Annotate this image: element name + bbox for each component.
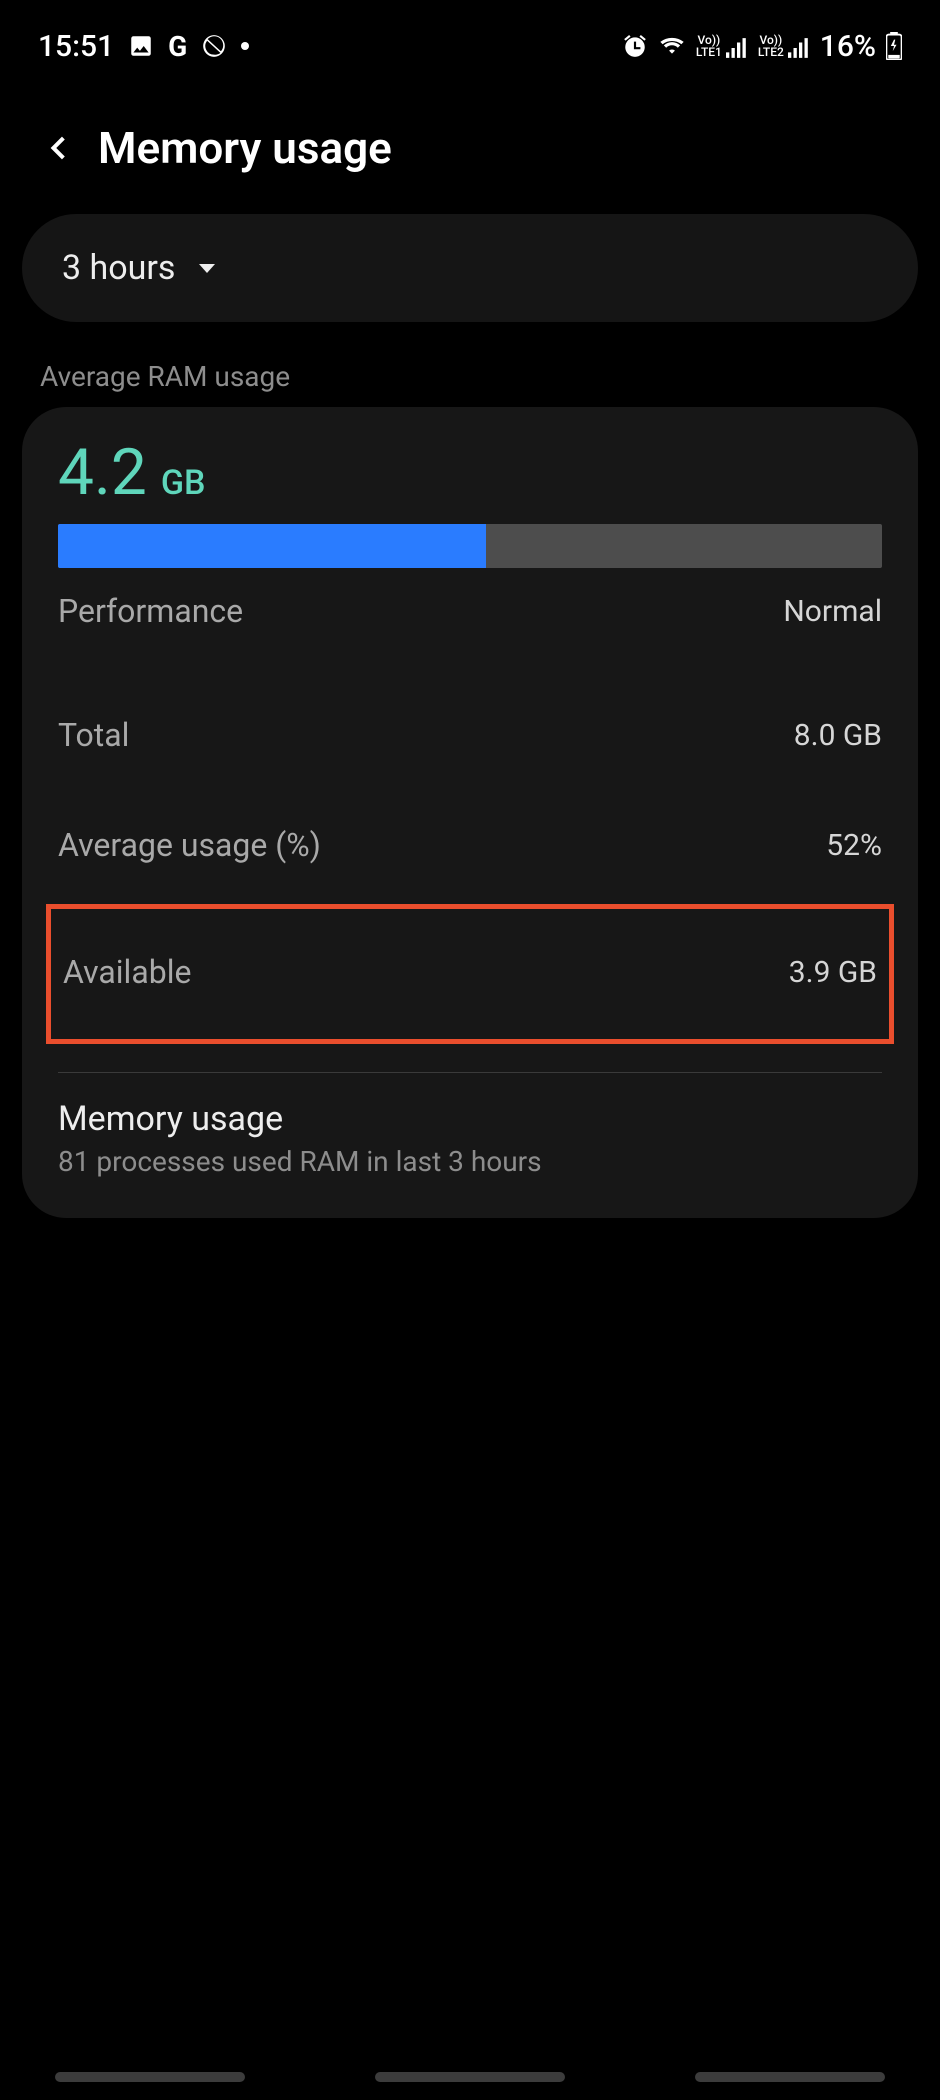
- status-time: 15:51: [38, 29, 114, 64]
- total-value: 8.0 GB: [794, 718, 882, 753]
- avg-ram-label: Average RAM usage: [40, 360, 900, 393]
- memory-usage-link-sub: 81 processes used RAM in last 3 hours: [58, 1145, 882, 1178]
- available-label: Available: [63, 953, 191, 991]
- memory-usage-link[interactable]: Memory usage 81 processes used RAM in la…: [58, 1095, 882, 1186]
- sim2-indicator: Vo))LTE2: [758, 34, 810, 58]
- memory-usage-link-title: Memory usage: [58, 1099, 882, 1139]
- app-bar: Memory usage: [0, 78, 940, 204]
- row-performance: Performance Normal: [58, 568, 882, 680]
- avg-pct-value: 52%: [826, 828, 882, 863]
- ram-card: 4.2 GB Performance Normal Total 8.0 GB A…: [22, 407, 918, 1218]
- wifi-icon: [658, 32, 686, 60]
- battery-text: 16%: [820, 29, 876, 64]
- status-bar: 15:51 G Vo))LTE1 Vo))LTE2 16%: [0, 0, 940, 78]
- performance-value: Normal: [783, 594, 882, 629]
- ram-unit: GB: [161, 463, 206, 503]
- chevron-down-icon: [195, 256, 219, 280]
- status-right: Vo))LTE1 Vo))LTE2 16%: [622, 29, 902, 64]
- dot-icon: [241, 42, 249, 50]
- sim1-indicator: Vo))LTE1: [696, 34, 748, 58]
- row-available-highlighted: Available 3.9 GB: [46, 904, 894, 1044]
- gesture-bar[interactable]: [0, 2072, 940, 2082]
- status-left: 15:51 G: [38, 29, 249, 64]
- alarm-icon: [622, 33, 648, 59]
- back-icon[interactable]: [40, 131, 74, 165]
- ram-bar: [58, 524, 882, 568]
- row-avg-pct: Average usage (%) 52%: [58, 790, 882, 900]
- available-value: 3.9 GB: [789, 955, 877, 990]
- page-title: Memory usage: [98, 122, 392, 174]
- performance-label: Performance: [58, 592, 243, 630]
- gesture-back[interactable]: [695, 2072, 885, 2082]
- do-not-disturb-icon: [201, 33, 227, 59]
- gesture-recent[interactable]: [55, 2072, 245, 2082]
- battery-charging-icon: [886, 32, 902, 60]
- ram-headline: 4.2 GB: [58, 435, 882, 510]
- ram-value: 4.2: [58, 435, 147, 510]
- signal-icon: [726, 38, 748, 58]
- time-period-dropdown[interactable]: 3 hours: [22, 214, 918, 322]
- gesture-home[interactable]: [375, 2072, 565, 2082]
- ram-bar-fill: [58, 524, 486, 568]
- picture-icon: [128, 33, 154, 59]
- divider: [58, 1072, 882, 1073]
- google-icon: G: [168, 30, 187, 63]
- row-total: Total 8.0 GB: [58, 680, 882, 790]
- avg-pct-label: Average usage (%): [58, 826, 321, 864]
- total-label: Total: [58, 716, 129, 754]
- time-period-value: 3 hours: [62, 248, 175, 288]
- signal-icon: [788, 38, 810, 58]
